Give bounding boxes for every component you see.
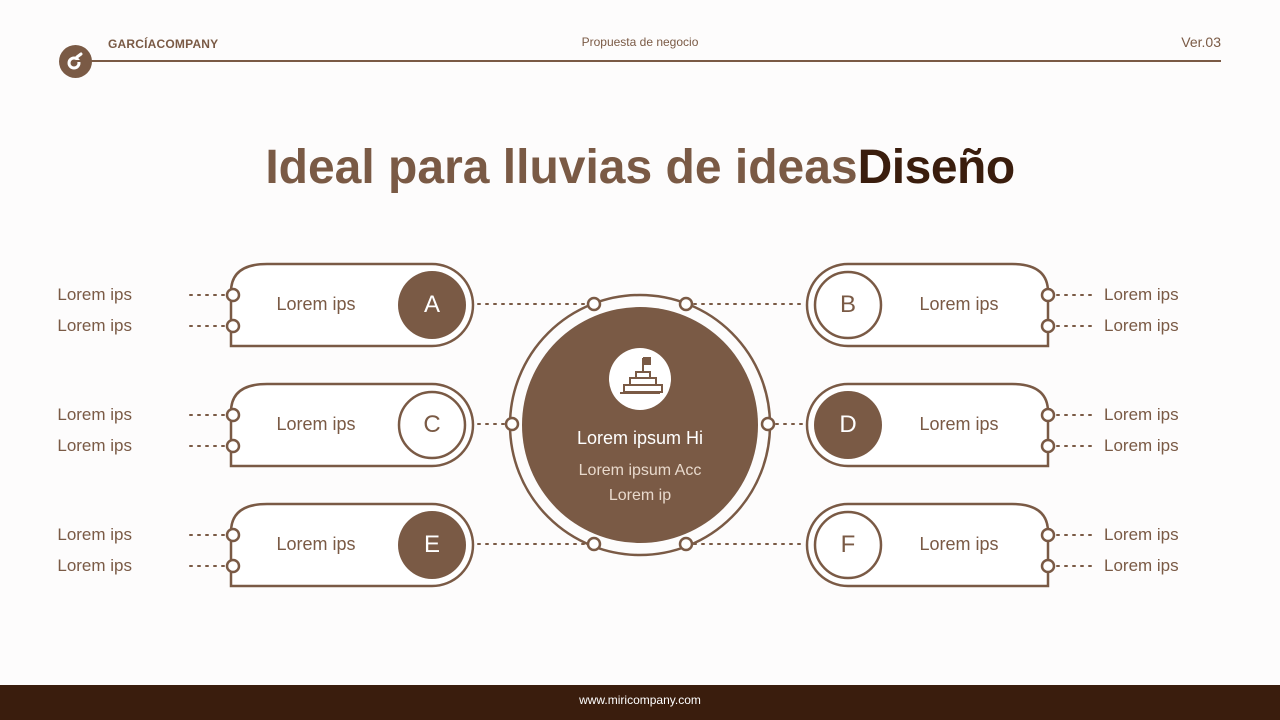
node-b-label: Lorem ips xyxy=(919,294,999,314)
node-e-letter: E xyxy=(423,531,440,558)
node-c-label: Lorem ips xyxy=(276,414,356,434)
node-c-letter: C xyxy=(423,411,441,438)
node-f-label: Lorem ips xyxy=(919,534,999,554)
node-b-item-1-dot xyxy=(1040,287,1056,303)
node-c-item-1-dot xyxy=(225,407,241,423)
node-f-item-1-dot xyxy=(1040,527,1056,543)
node-b-letter: B xyxy=(839,291,856,318)
node-e-item-1: Lorem ips xyxy=(57,525,132,544)
center-dot-top-right xyxy=(678,296,694,312)
center-node xyxy=(508,293,772,557)
node-d-letter: D xyxy=(839,411,857,438)
center-dot-top-left xyxy=(586,296,602,312)
node-e-item-1-dot xyxy=(225,527,241,543)
node-c-item-2: Lorem ips xyxy=(57,436,132,455)
node-e-label: Lorem ips xyxy=(276,534,356,554)
node-f-item-1: Lorem ips xyxy=(1104,525,1179,544)
node-a-item-2-dot xyxy=(225,318,241,334)
node-d-item-1: Lorem ips xyxy=(1104,405,1179,424)
node-d-item-2-dot xyxy=(1040,438,1056,454)
center-dot-bottom-right xyxy=(678,536,694,552)
node-f-item-2: Lorem ips xyxy=(1104,556,1179,575)
node-a-label: Lorem ips xyxy=(276,294,356,314)
node-a-item-1: Lorem ips xyxy=(57,285,132,304)
node-a-item-2: Lorem ips xyxy=(57,316,132,335)
node-d-item-1-dot xyxy=(1040,407,1056,423)
node-d-label: Lorem ips xyxy=(919,414,999,434)
center-dot-left xyxy=(504,416,520,432)
node-b-item-1: Lorem ips xyxy=(1104,285,1179,304)
node-c-item-1: Lorem ips xyxy=(57,405,132,424)
center-line-2: Lorem ip xyxy=(608,487,672,504)
node-f-letter: F xyxy=(840,531,856,558)
center-dot-right xyxy=(760,416,776,432)
center-subtitle: Lorem ipsum Acc Lorem ip xyxy=(540,458,740,508)
node-a-letter: A xyxy=(423,291,440,318)
node-f-item-2-dot xyxy=(1040,558,1056,574)
node-e-item-2-dot xyxy=(225,558,241,574)
node-a-item-1-dot xyxy=(225,287,241,303)
footer-url: www.miricompany.com xyxy=(579,693,701,707)
node-d-item-2: Lorem ips xyxy=(1104,436,1179,455)
node-e-item-2: Lorem ips xyxy=(57,556,132,575)
mindmap-diagram xyxy=(189,262,1095,588)
center-title: Lorem ipsum Hi xyxy=(576,428,704,448)
center-dot-bottom-left xyxy=(586,536,602,552)
node-b-item-2: Lorem ips xyxy=(1104,316,1179,335)
node-c-item-2-dot xyxy=(225,438,241,454)
center-line-1: Lorem ipsum Acc xyxy=(578,462,702,479)
node-b-item-2-dot xyxy=(1040,318,1056,334)
